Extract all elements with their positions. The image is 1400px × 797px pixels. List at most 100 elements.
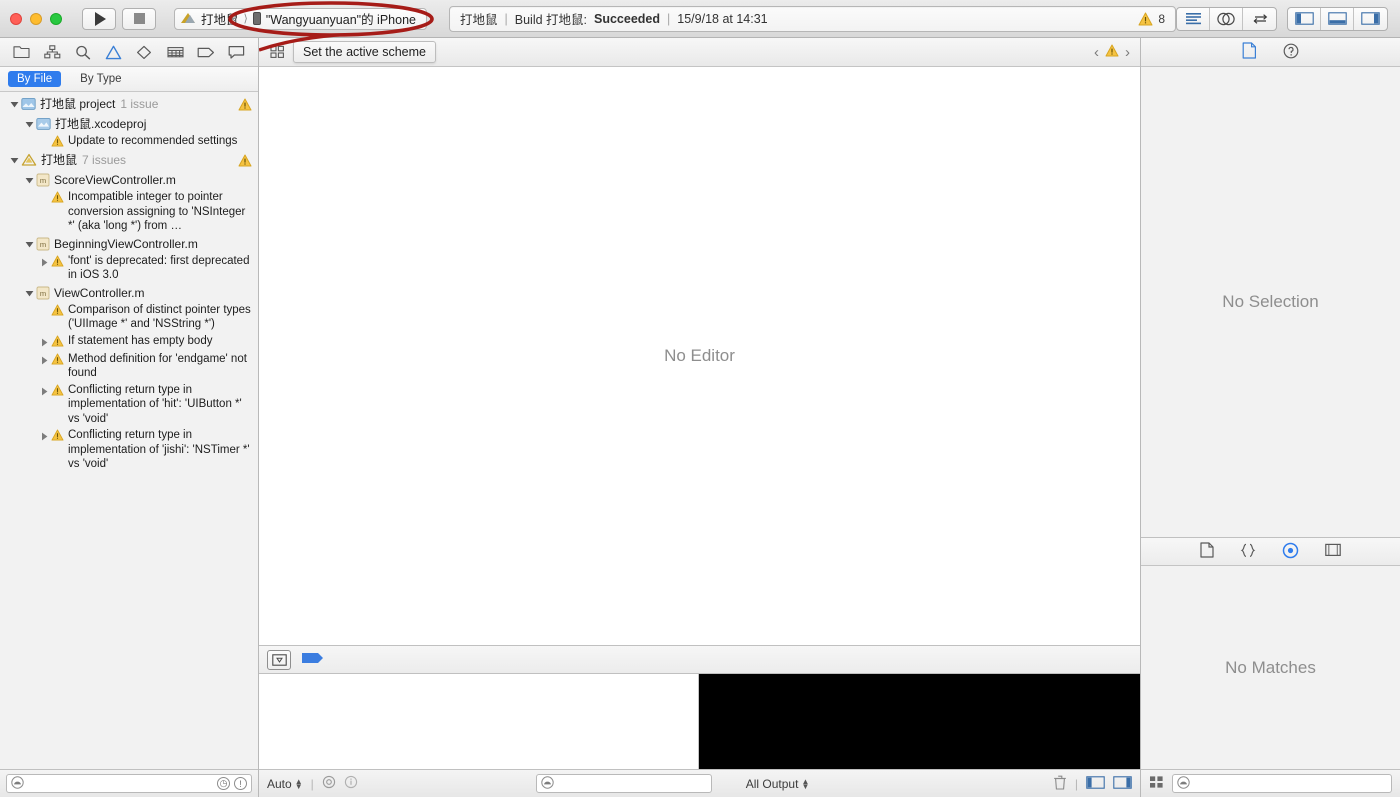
forward-chevron-icon[interactable]: › <box>1125 45 1130 60</box>
disclosure-triangle-down[interactable] <box>23 236 36 249</box>
library-grid-icon[interactable] <box>1149 775 1164 792</box>
variables-filter-input[interactable] <box>557 777 707 790</box>
activity-status-bar[interactable]: 打地鼠 | Build 打地鼠: Succeeded | 15/9/18 at … <box>448 5 1176 32</box>
scheme-destination: "Wangyuanyuan"的 iPhone <box>265 13 416 27</box>
debug-panes <box>259 674 1140 769</box>
close-button[interactable] <box>10 12 22 25</box>
media-library-icon[interactable] <box>1325 543 1341 560</box>
issue-navigator-tab[interactable] <box>102 41 126 63</box>
scheme-selector[interactable]: 打地鼠 ⟩ "Wangyuanyuan"的 iPhone <box>174 7 427 30</box>
debug-area-toolbar <box>259 645 1140 674</box>
navigator-filter-input[interactable] <box>28 777 213 790</box>
issue-row[interactable]: Update to recommended settings <box>0 133 258 151</box>
library-filter-input[interactable] <box>1194 777 1387 790</box>
library-filter-field[interactable] <box>1172 774 1392 793</box>
tree-item-label: ViewController.m <box>54 285 145 300</box>
tree-group-row[interactable]: m ScoreViewController.m <box>0 171 258 189</box>
report-navigator-tab[interactable] <box>225 41 249 63</box>
tree-item-label: ScoreViewController.m <box>54 173 176 187</box>
issue-row[interactable]: Conflicting return type in implementatio… <box>0 427 258 473</box>
standard-editor-button[interactable] <box>1177 7 1210 30</box>
warning-filter-icon[interactable]: ! <box>234 777 247 790</box>
navigator-filter-field[interactable]: ◷ ! <box>6 774 252 793</box>
variables-view[interactable] <box>259 674 699 769</box>
recent-filter-icon[interactable]: ◷ <box>217 777 230 790</box>
object-library-icon[interactable] <box>1282 542 1299 562</box>
symbol-navigator-tab[interactable] <box>40 41 64 63</box>
zoom-button[interactable] <box>50 12 62 25</box>
find-navigator-tab[interactable] <box>71 41 95 63</box>
disclosure-triangle-down[interactable] <box>23 116 36 129</box>
issue-row[interactable]: If statement has empty body <box>0 333 258 351</box>
disclosure-triangle-right[interactable] <box>38 334 51 347</box>
test-navigator-tab[interactable] <box>132 41 156 63</box>
issue-row[interactable]: Conflicting return type in implementatio… <box>0 382 258 428</box>
console-output-dropdown[interactable]: All Output ▲ ▼ <box>746 777 810 791</box>
file-inspector-icon[interactable] <box>1242 42 1257 62</box>
quick-help-icon[interactable] <box>1283 43 1299 62</box>
console-view-toggle[interactable] <box>1113 775 1132 792</box>
trash-icon[interactable] <box>1053 775 1067 793</box>
issue-row[interactable]: 'font' is deprecated: first deprecated i… <box>0 253 258 284</box>
svg-text:m: m <box>40 289 46 298</box>
disclosure-triangle-right[interactable] <box>38 428 51 441</box>
tree-group-row[interactable]: m ViewController.m <box>0 284 258 302</box>
variables-filter-field[interactable] <box>535 774 712 793</box>
info-icon[interactable] <box>344 775 358 792</box>
issue-row[interactable]: Method definition for 'endgame' not foun… <box>0 351 258 382</box>
file-template-library-icon[interactable] <box>1200 542 1214 561</box>
disclosure-triangle-down[interactable] <box>8 96 21 109</box>
console-output[interactable] <box>699 674 1140 769</box>
editor-content-area[interactable]: No Editor <box>259 67 1140 645</box>
issue-row[interactable]: Comparison of distinct pointer types ('U… <box>0 302 258 333</box>
disclosure-triangle-down[interactable] <box>23 172 36 185</box>
related-items-icon[interactable] <box>265 41 289 63</box>
issue-filter-bar: By File By Type <box>0 67 258 92</box>
breakpoint-toggle-icon[interactable] <box>301 651 325 668</box>
inspector-content: No Selection <box>1141 67 1400 537</box>
toggle-utilities-button[interactable] <box>1354 8 1387 30</box>
scheme-project-name: 打地鼠 <box>201 13 239 27</box>
warning-icon[interactable] <box>1105 44 1119 60</box>
disclosure-triangle-right[interactable] <box>38 352 51 365</box>
assistant-editor-button[interactable] <box>1210 7 1243 30</box>
stop-button[interactable] <box>122 7 156 30</box>
scheme-tooltip: Set the active scheme <box>293 41 436 63</box>
filter-by-file[interactable]: By File <box>8 71 62 87</box>
toggle-navigator-button[interactable] <box>1288 7 1321 30</box>
project-navigator-tab[interactable] <box>9 41 33 63</box>
disclosure-triangle-down[interactable] <box>8 152 21 165</box>
debug-navigator-tab[interactable] <box>163 41 187 63</box>
editor-mode-group <box>1176 6 1277 31</box>
run-button[interactable] <box>82 7 116 30</box>
disclosure-triangle-right[interactable] <box>38 383 51 396</box>
version-editor-button[interactable] <box>1243 8 1276 30</box>
status-warning-summary[interactable]: 8 <box>1138 12 1165 26</box>
variables-scope-label: Auto <box>267 776 292 791</box>
tree-group-row[interactable]: 打地鼠.xcodeproj <box>0 115 258 133</box>
tree-group-row[interactable]: m BeginningViewController.m <box>0 235 258 253</box>
code-snippet-library-icon[interactable] <box>1240 543 1256 561</box>
minimize-button[interactable] <box>30 12 42 25</box>
tree-group-row[interactable]: 打地鼠 project 1 issue <box>0 95 258 115</box>
issue-message: Incompatible integer to pointer conversi… <box>68 191 246 232</box>
no-selection-message: No Selection <box>1222 292 1319 311</box>
tree-item-label: 打地鼠 <box>41 153 78 167</box>
issue-row[interactable]: Incompatible integer to pointer conversi… <box>0 189 258 235</box>
issue-message: If statement has empty body <box>68 334 213 347</box>
m-file-icon: m <box>36 285 50 300</box>
back-chevron-icon[interactable]: ‹ <box>1094 45 1099 60</box>
variables-view-toggle[interactable] <box>1086 775 1105 792</box>
issue-message: Method definition for 'endgame' not foun… <box>68 352 247 380</box>
disclosure-triangle-right[interactable] <box>38 254 51 267</box>
tree-group-row[interactable]: 打地鼠 7 issues <box>0 151 258 171</box>
variables-scope-dropdown[interactable]: Auto ▲ ▼ <box>267 777 303 791</box>
breakpoint-navigator-tab[interactable] <box>194 41 218 63</box>
toggle-debug-button[interactable] <box>1321 7 1354 30</box>
filter-by-type[interactable]: By Type <box>71 71 130 87</box>
issue-message: Conflicting return type in implementatio… <box>68 383 242 425</box>
disclosure-triangle-down[interactable] <box>23 285 36 298</box>
eye-icon[interactable] <box>322 775 336 792</box>
hide-debug-area-icon[interactable] <box>267 649 291 670</box>
inspector-tab-bar <box>1141 38 1400 67</box>
